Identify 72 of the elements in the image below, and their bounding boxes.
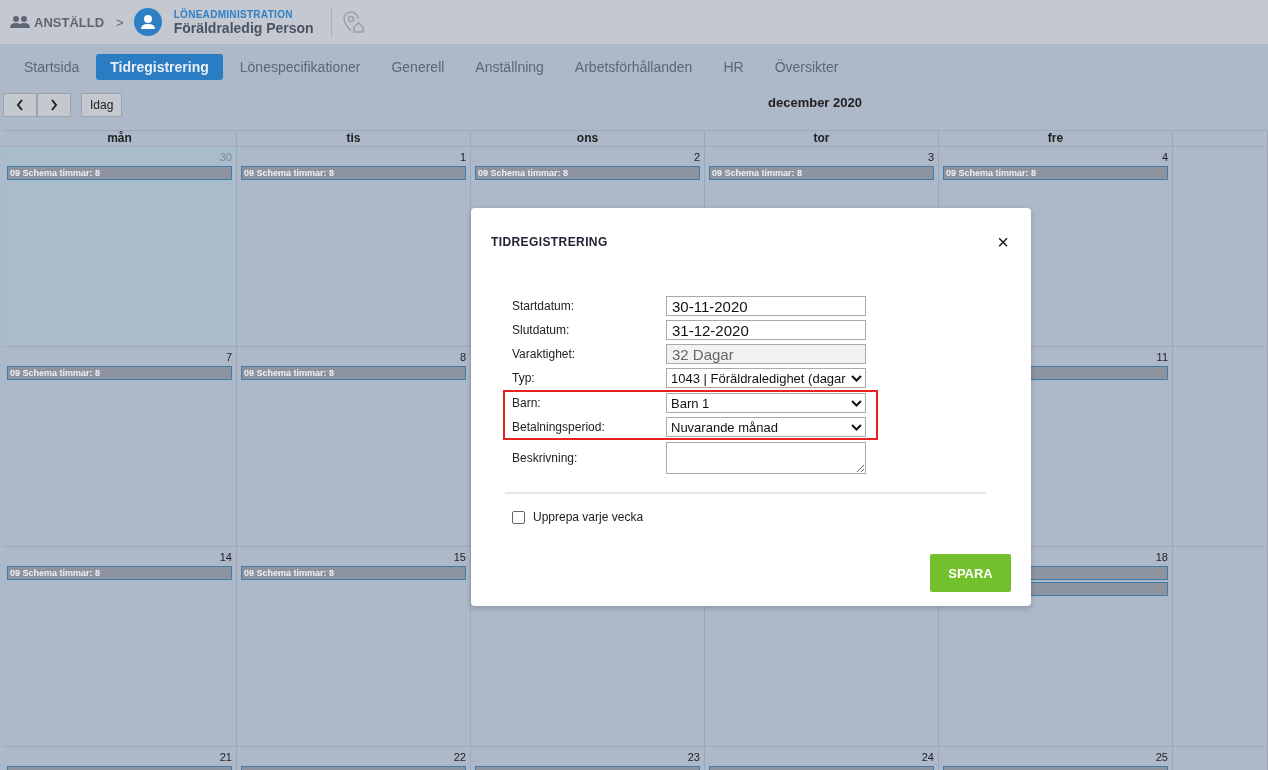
month-title: december 2020	[768, 95, 862, 110]
previous-button[interactable]	[3, 93, 37, 117]
schedule-event[interactable]: 09 Schema timmar: 8	[241, 366, 466, 380]
field-label: Startdatum:	[512, 299, 576, 313]
module-title: LÖNEADMINISTRATION	[173, 8, 294, 20]
save-button[interactable]: SPARA	[930, 554, 1011, 592]
dropdown[interactable]: Nuvarande månad	[666, 417, 866, 437]
checkbox-label: Upprepa varje vecka	[533, 510, 644, 524]
day-number: 1	[459, 151, 466, 163]
day-number: 15	[453, 551, 466, 563]
location-home-icon[interactable]	[341, 11, 364, 33]
weekday-header: fre	[1047, 131, 1064, 145]
schedule-event[interactable]: 09 Schema timmar: 8	[241, 166, 466, 180]
field-label: Beskrivning:	[512, 451, 579, 465]
nav-tab[interactable]: Arbetsförhållanden	[560, 54, 707, 80]
field-label: Typ:	[512, 371, 536, 385]
day-number: 8	[459, 351, 466, 363]
employee-name: Föräldraledig Person	[173, 19, 314, 36]
dialog-title: TIDREGISTRERING	[491, 235, 608, 249]
nav-tab[interactable]: Anställning	[461, 54, 558, 80]
next-button[interactable]	[37, 93, 71, 117]
people-icon	[10, 16, 30, 28]
breadcrumb-separator: >	[116, 14, 124, 30]
chevron-down-icon	[851, 423, 862, 431]
day-number: 21	[219, 751, 232, 763]
field-label: Barn:	[512, 396, 542, 410]
chevron-down-icon	[851, 399, 862, 407]
field-label: Varaktighet:	[512, 347, 577, 361]
date-field[interactable]: 31-12-2020	[666, 320, 866, 340]
day-number: 18	[1155, 551, 1168, 563]
day-number: 4	[1161, 151, 1168, 163]
nav-tab[interactable]: Översikter	[760, 54, 853, 80]
chevron-down-icon	[851, 374, 862, 382]
schedule-event[interactable]: 09 Schema timmar: 8	[7, 166, 232, 180]
nav-tab[interactable]: HR	[709, 54, 758, 80]
nav-tab[interactable]: Lönespecifikationer	[225, 54, 375, 80]
day-number: 25	[1155, 751, 1168, 763]
nav-tab[interactable]: Startsida	[10, 54, 94, 80]
weekday-header: mån	[107, 131, 132, 145]
checkbox[interactable]	[512, 510, 525, 524]
day-number: 23	[687, 751, 700, 763]
schedule-event[interactable]: 09 Schema timmar: 8	[7, 366, 232, 380]
field-label: Slutdatum:	[512, 323, 571, 337]
close-button[interactable]: ×	[995, 232, 1011, 252]
weekday-header: tis	[346, 131, 361, 145]
schedule-event[interactable]: 09 Schema timmar: 8	[709, 166, 934, 180]
date-field[interactable]: 30-11-2020	[666, 296, 866, 316]
field-label: Betalningsperiod:	[512, 420, 606, 434]
day-number: 7	[225, 351, 232, 363]
day-number: 3	[927, 151, 934, 163]
weekday-header: tor	[813, 131, 830, 145]
day-number: 14	[219, 551, 232, 563]
today-button[interactable]: Idag	[81, 93, 123, 117]
schedule-event[interactable]: 09 Schema timmar: 8	[943, 166, 1168, 180]
dropdown[interactable]: Barn 1	[666, 393, 866, 413]
breadcrumb-link[interactable]: ANSTÄLLD	[34, 14, 105, 30]
description-field[interactable]	[666, 442, 866, 474]
duration-field[interactable]: 32 Dagar	[666, 344, 866, 364]
chevron-left-icon	[16, 99, 24, 111]
day-number: 22	[453, 751, 466, 763]
day-number: 2	[693, 151, 700, 163]
dropdown[interactable]: 1043 | Föräldraledighet (dagar	[666, 368, 866, 388]
schedule-event[interactable]: 09 Schema timmar: 8	[241, 566, 466, 580]
schedule-event[interactable]: 09 Schema timmar: 8	[475, 166, 700, 180]
nav-tab[interactable]: Tidregistrering	[96, 54, 223, 80]
weekday-header: ons	[576, 131, 599, 145]
day-number: 11	[1156, 351, 1168, 363]
chevron-right-icon	[50, 99, 58, 111]
day-number: 24	[921, 751, 934, 763]
avatar-icon	[133, 8, 162, 36]
schedule-event[interactable]: 09 Schema timmar: 8	[7, 566, 232, 580]
nav-tab[interactable]: Generell	[377, 54, 459, 80]
